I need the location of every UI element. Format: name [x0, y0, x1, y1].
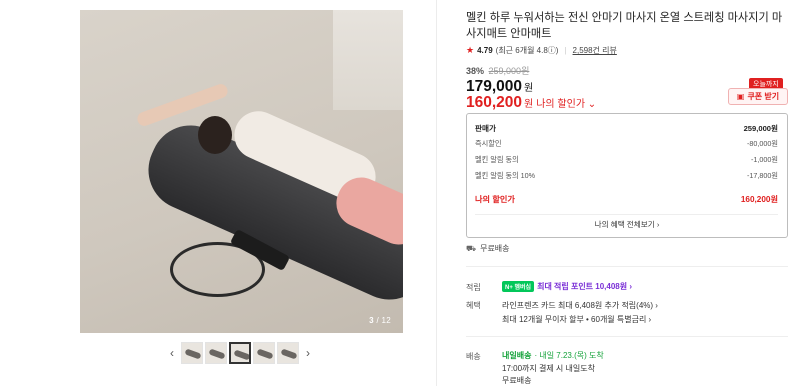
- thumbnail-2-image: [208, 348, 226, 360]
- thumbnail-3-active[interactable]: [229, 342, 251, 364]
- breakdown-row-alert: 멜킨 알림 동의 -1,000원: [475, 155, 778, 165]
- image-counter: 3 / 12: [369, 316, 391, 325]
- vertical-divider: [436, 0, 437, 386]
- breakdown-row-alert-10: 멜킨 알림 동의 10% -17,800원: [475, 171, 778, 181]
- shipping-cutoff: 17:00까지 결제 시 내일도착: [502, 364, 595, 373]
- thumbnail-1-image: [184, 348, 202, 360]
- breakdown-label: 멜킨 알림 동의: [475, 155, 519, 164]
- shipping-row[interactable]: 내일배송 · 내일 7.23.(목) 도착: [502, 350, 604, 361]
- points-text: 최대 적립 포인트 10,408원 ›: [537, 282, 632, 291]
- original-price: 259,000원: [488, 66, 530, 76]
- thumbnail-2[interactable]: [205, 342, 227, 364]
- rating-separator: |: [564, 46, 567, 55]
- box-divider: [475, 214, 778, 215]
- shipping-label: 배송: [466, 352, 481, 361]
- breakdown-value: -1,000원: [751, 155, 778, 164]
- no-charge-text: 무료배송: [480, 244, 510, 253]
- thumbnail-strip: ‹ ›: [165, 342, 315, 364]
- npay-membership-badge: N+ 멤버십: [502, 281, 535, 292]
- breakdown-value: -80,000원: [747, 139, 778, 148]
- benefit-card-text: 라인프렌즈 카드 최대 6,408원 추가 적립(4%) ›: [502, 301, 658, 310]
- star-icon: ★: [466, 45, 475, 55]
- arrival-date: · 내일 7.23.(목) 도착: [534, 351, 604, 360]
- breakdown-label: 판매가: [475, 124, 496, 133]
- breakdown-value: -17,800원: [747, 171, 778, 180]
- breakdown-value: 259,000원: [743, 124, 778, 133]
- thumbnail-next-icon[interactable]: ›: [301, 346, 315, 360]
- thumbnail-3-image: [233, 349, 249, 361]
- thumbnail-4[interactable]: [253, 342, 275, 364]
- discount-percent: 38%: [466, 66, 485, 76]
- my-price-unit: 원: [524, 99, 534, 110]
- main-product-image[interactable]: 3 / 12: [80, 10, 403, 333]
- benefit-installment-row[interactable]: 최대 12개월 무이자 할부 • 60개월 특별금리 ›: [502, 314, 651, 325]
- section-divider-2: [466, 336, 788, 337]
- breakdown-my-price-value: 160,200원: [740, 195, 778, 204]
- coupon-button[interactable]: ▣ 쿠폰 받기: [728, 88, 788, 105]
- image-counter-total: 12: [381, 316, 391, 325]
- discount-row: 38% 259,000원: [466, 64, 529, 77]
- breakdown-row-instant: 즉시할인 -80,000원: [475, 139, 778, 149]
- breakdown-row-sale: 판매가 259,000원: [475, 123, 778, 134]
- rating-score: 4.79: [477, 46, 493, 55]
- thumbnail-prev-icon[interactable]: ‹: [165, 346, 179, 360]
- image-counter-sep: /: [373, 316, 382, 325]
- shipping-free: 무료배송: [502, 376, 532, 385]
- breakdown-my-price-label: 나의 할인가: [475, 195, 515, 204]
- delivery-truck-icon: ⛟: [466, 243, 477, 253]
- breakdown-label: 즉시할인: [475, 139, 502, 148]
- points-row[interactable]: N+ 멤버십 최대 적립 포인트 10,408원 ›: [502, 281, 632, 292]
- thumbnail-4-image: [256, 348, 274, 360]
- thumbnail-1[interactable]: [181, 342, 203, 364]
- section-divider: [466, 266, 788, 267]
- breakdown-label: 멜킨 알림 동의 10%: [475, 171, 536, 180]
- product-gallery: 3 / 12 ‹ ›: [0, 0, 436, 386]
- rating-recent: (최근 6개월 4.8ⓘ): [495, 46, 559, 55]
- next-day-delivery-badge: 내일배송: [502, 351, 532, 360]
- price-breakdown-box: 판매가 259,000원 즉시할인 -80,000원 멜킨 알림 동의 -1,0…: [466, 113, 788, 238]
- my-price-label: 나의 할인가 ⌄: [536, 99, 597, 110]
- product-title: 멜킨 하루 누워서하는 전신 안마기 마사지 온열 스트레칭 마사지기 마사지매…: [466, 12, 783, 40]
- coupon-icon: ▣: [736, 92, 745, 101]
- product-info-panel: 멜킨 하루 누워서하는 전신 안마기 마사지 온열 스트레칭 마사지기 마사지매…: [466, 0, 790, 386]
- rating-row: ★ 4.79 (최근 6개월 4.8ⓘ) | 2,598건 리뷰: [466, 45, 617, 56]
- benefit-installment-text: 최대 12개월 무이자 할부 • 60개월 특별금리 ›: [502, 315, 652, 324]
- all-benefits-link[interactable]: 나의 혜택 전체보기 ›: [467, 219, 787, 230]
- thumbnail-5[interactable]: [277, 342, 299, 364]
- coupon-button-label: 쿠폰 받기: [747, 92, 780, 101]
- photo-person-head: [198, 116, 232, 154]
- no-charge-row: ⛟ 무료배송: [466, 243, 510, 254]
- my-price-value: 160,200: [466, 94, 523, 111]
- benefit-label: 혜택: [466, 301, 481, 310]
- benefit-card-row[interactable]: 라인프렌즈 카드 최대 6,408원 추가 적립(4%) ›: [502, 300, 658, 311]
- my-discount-price[interactable]: 160,200 원 나의 할인가 ⌄: [466, 94, 596, 112]
- sale-price-value: 179,000: [466, 78, 523, 95]
- sale-price-unit: 원: [524, 83, 534, 94]
- review-count-link[interactable]: 2,598건 리뷰: [573, 45, 617, 56]
- points-label: 적립: [466, 283, 481, 292]
- photo-background-wall: [333, 10, 403, 110]
- breakdown-row-my-price: 나의 할인가 160,200원: [475, 193, 778, 205]
- thumbnail-5-image: [280, 348, 298, 360]
